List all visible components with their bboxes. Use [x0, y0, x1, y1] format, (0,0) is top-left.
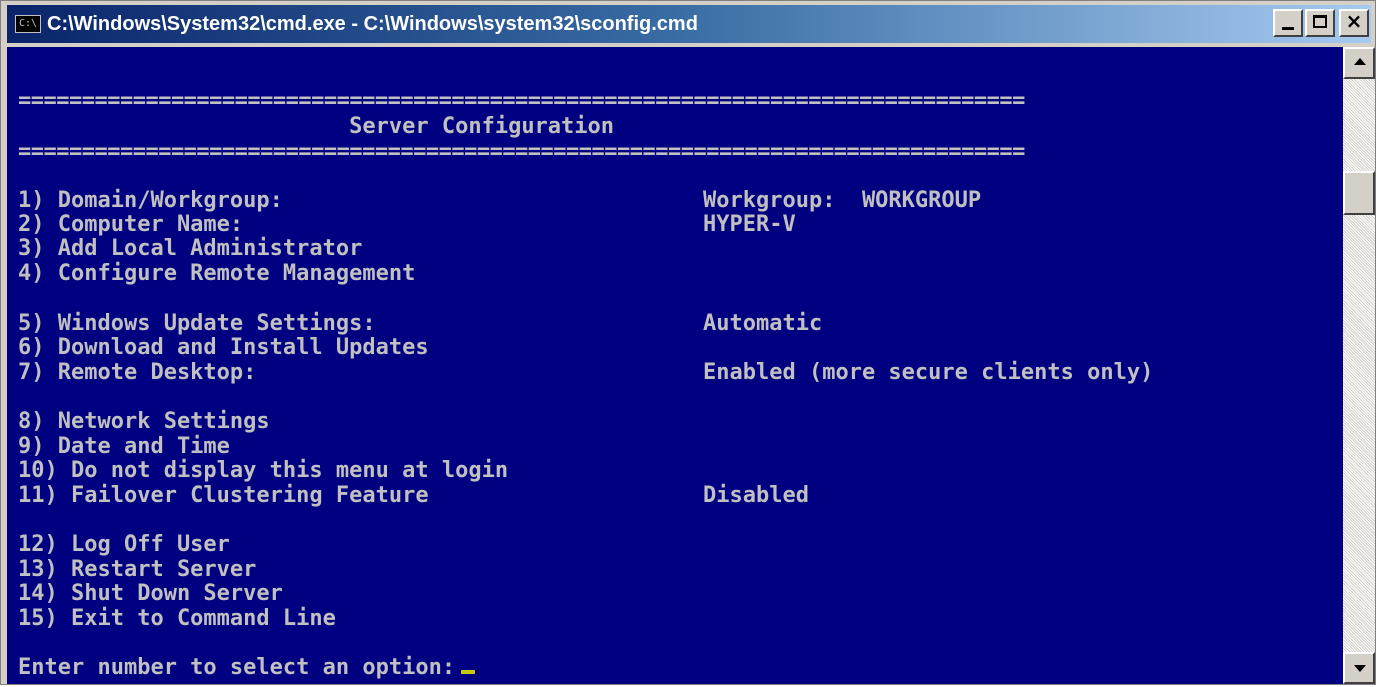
menu-item-value: Workgroup: WORKGROUP	[703, 188, 982, 213]
console-window: C:\ C:\Windows\System32\cmd.exe - C:\Win…	[0, 0, 1376, 685]
menu-item: 11) Failover Clustering Feature Disabled	[18, 483, 809, 509]
menu-item: 4) Configure Remote Management	[18, 261, 416, 287]
minimize-button[interactable]	[1273, 9, 1303, 37]
menu-item-label: 3) Add Local Administrator	[18, 236, 363, 261]
menu-item-label: 13) Restart Server	[18, 557, 257, 582]
menu-item-label: 2) Computer Name:	[18, 212, 244, 237]
close-button[interactable]: ×	[1339, 9, 1369, 37]
menu-item: 1) Domain/Workgroup: Workgroup: WORKGROUP	[18, 188, 981, 214]
vertical-scrollbar[interactable]	[1343, 47, 1375, 684]
menu-item-label: 15) Exit to Command Line	[18, 606, 336, 631]
arrow-down-icon	[1354, 665, 1366, 672]
command-prompt[interactable]: Enter number to select an option:	[18, 655, 476, 681]
text-cursor	[461, 670, 476, 674]
menu-item: 2) Computer Name: HYPER-V	[18, 212, 796, 238]
cmd-app-icon[interactable]: C:\	[15, 15, 41, 33]
minimize-icon	[1282, 27, 1294, 30]
scrollbar-thumb[interactable]	[1343, 171, 1375, 215]
menu-item: 5) Windows Update Settings: Automatic	[18, 311, 822, 337]
menu-item-label: 10) Do not display this menu at login	[18, 458, 509, 483]
console-output[interactable]: ========================================…	[7, 47, 1343, 684]
menu-item-label: 5) Windows Update Settings:	[18, 311, 376, 336]
menu-item: 7) Remote Desktop: Enabled (more secure c…	[18, 360, 1153, 386]
menu-item: 8) Network Settings	[18, 409, 270, 435]
menu-item-value: Disabled	[703, 483, 809, 508]
maximize-button[interactable]	[1305, 9, 1335, 37]
menu-item-label: 7) Remote Desktop:	[18, 360, 257, 385]
window-controls: ×	[1271, 9, 1369, 37]
menu-item: 14) Shut Down Server	[18, 581, 283, 607]
scroll-down-button[interactable]	[1343, 652, 1375, 684]
menu-item: 12) Log Off User	[18, 532, 230, 558]
menu-item-label: 1) Domain/Workgroup:	[18, 188, 283, 213]
menu-item-label: 11) Failover Clustering Feature	[18, 483, 429, 508]
menu-header: Server Configuration	[18, 114, 615, 139]
menu-item-label: 14) Shut Down Server	[18, 581, 283, 606]
menu-item: 3) Add Local Administrator	[18, 236, 363, 262]
menu-item-value: HYPER-V	[703, 212, 796, 237]
separator-line: ========================================…	[18, 88, 1025, 113]
menu-item-label: 9) Date and Time	[18, 434, 230, 459]
menu-item-value: Automatic	[703, 311, 823, 336]
menu-item: 13) Restart Server	[18, 557, 257, 583]
title-bar[interactable]: C:\ C:\Windows\System32\cmd.exe - C:\Win…	[7, 5, 1371, 43]
maximize-icon	[1313, 15, 1327, 28]
menu-item-value: Enabled (more secure clients only)	[703, 360, 1154, 385]
close-icon: ×	[1345, 9, 1363, 33]
menu-item: 10) Do not display this menu at login	[18, 458, 509, 484]
separator-line: ========================================…	[18, 139, 1025, 164]
menu-item: 9) Date and Time	[18, 434, 230, 460]
menu-item-label: 6) Download and Install Updates	[18, 335, 429, 360]
menu-item-label: 4) Configure Remote Management	[18, 261, 416, 286]
menu-item: 6) Download and Install Updates	[18, 335, 429, 361]
menu-item: 15) Exit to Command Line	[18, 606, 336, 632]
scroll-up-button[interactable]	[1343, 47, 1375, 79]
arrow-up-icon	[1354, 58, 1366, 65]
window-title: C:\Windows\System32\cmd.exe - C:\Windows…	[47, 12, 698, 35]
prompt-text: Enter number to select an option:	[18, 655, 456, 680]
menu-item-label: 12) Log Off User	[18, 532, 230, 557]
menu-item-label: 8) Network Settings	[18, 409, 270, 434]
